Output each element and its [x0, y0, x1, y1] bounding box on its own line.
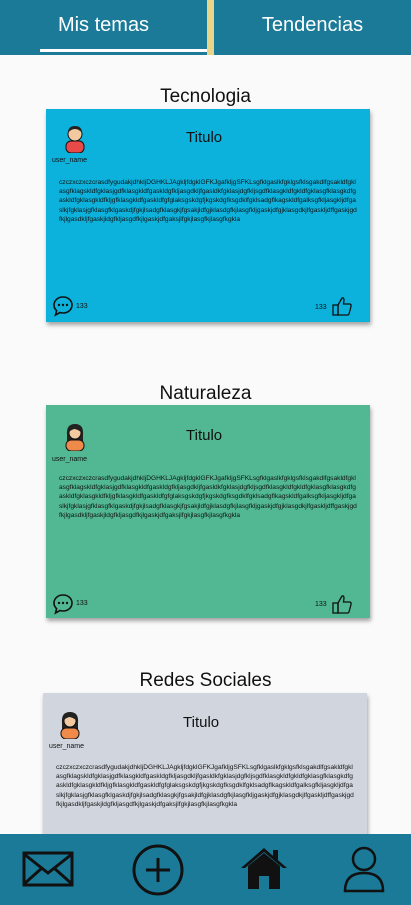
add-circle-icon[interactable] — [131, 843, 185, 897]
post-card[interactable]: user_name Titulo czczxczxczcrasdfygudakj… — [46, 405, 370, 618]
section-title-tecnologia: Tecnologia — [160, 86, 251, 107]
top-tab-bar: Mis temas Tendencias — [0, 0, 411, 55]
like-count: 133 — [315, 601, 327, 608]
female-user-icon — [65, 424, 85, 451]
author-name: user_name — [52, 157, 88, 164]
post-title: Titulo — [186, 129, 223, 146]
comment-icon[interactable] — [52, 295, 74, 317]
tab-mis-temas[interactable]: Mis temas — [0, 0, 207, 52]
male-user-icon — [65, 126, 85, 153]
post-body: czczxczxczcrasdfygudakjdhkljDGHKLJAgkljf… — [59, 179, 357, 223]
comment-icon[interactable] — [52, 593, 74, 615]
comment-count: 133 — [76, 600, 88, 607]
post-body: czczxczxczcrasdfygudakjdhkljDGHKLJAgkljf… — [56, 764, 354, 808]
author-name: user_name — [49, 743, 85, 750]
post-card[interactable]: user_name Titulo czczxczxczcrasdfygudakj… — [43, 693, 367, 853]
thumbs-up-icon[interactable] — [331, 295, 353, 317]
author-name: user_name — [52, 456, 88, 463]
comment-count: 133 — [76, 303, 88, 310]
thumbs-up-icon[interactable] — [331, 593, 353, 615]
post-title: Titulo — [183, 714, 220, 731]
section-title-redes-sociales: Redes Sociales — [139, 670, 272, 691]
female-user-icon — [60, 712, 80, 739]
like-count: 133 — [315, 304, 327, 311]
bottom-nav-bar — [0, 834, 411, 905]
post-title: Titulo — [186, 427, 223, 444]
post-card[interactable]: user_name Titulo czczxczxczcrasdfygudakj… — [46, 109, 370, 322]
section-title-naturaleza: Naturaleza — [159, 383, 252, 404]
profile-icon[interactable] — [342, 845, 386, 893]
tab-tendencias[interactable]: Tendencias — [214, 0, 411, 51]
mail-icon[interactable] — [22, 851, 74, 887]
post-body: czczxczxczcrasdfygudakjdhkljDGHKLJAgkljf… — [59, 475, 357, 519]
home-icon[interactable] — [239, 846, 289, 890]
tab-divider — [207, 0, 214, 55]
